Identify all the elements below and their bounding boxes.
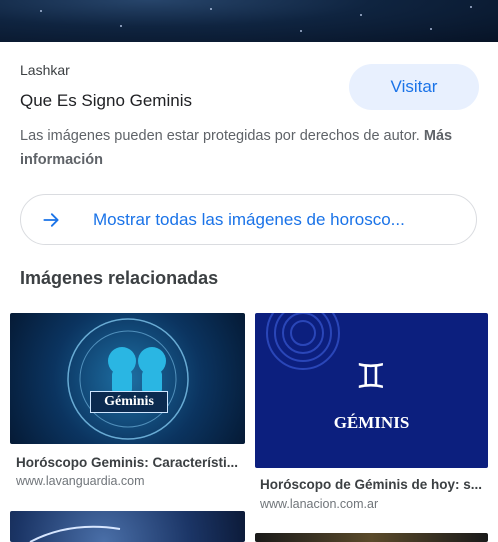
thumbnail-graphic	[29, 525, 121, 542]
show-all-images-button[interactable]: Mostrar todas las imágenes de horosco...	[20, 194, 477, 245]
zodiac-wheel-graphic	[67, 318, 189, 440]
related-title[interactable]: Horóscopo Geminis: Característi...	[16, 455, 238, 470]
related-thumbnail[interactable]	[255, 533, 488, 542]
related-thumbnail[interactable]: Géminis	[10, 313, 245, 444]
image-title[interactable]: Que Es Signo Geminis	[20, 91, 192, 111]
source-name: Lashkar	[20, 62, 70, 78]
related-images-heading: Imágenes relacionadas	[20, 268, 219, 288]
gemini-symbol-icon: ♊	[355, 357, 387, 397]
copyright-notice: Las imágenes pueden estar protegidas por…	[20, 124, 480, 172]
related-url: www.lavanguardia.com	[16, 474, 145, 488]
show-all-label: Mostrar todas las imágenes de horosco...	[93, 209, 405, 229]
related-thumbnail[interactable]: ♊ GÉMINIS	[255, 313, 488, 468]
preview-image[interactable]	[0, 0, 498, 42]
thumbnail-label: GÉMINIS	[333, 413, 410, 432]
thumbnail-label: Géminis	[90, 391, 168, 413]
notice-text: Las imágenes pueden estar protegidas por…	[20, 128, 420, 144]
visit-button[interactable]: Visitar	[349, 64, 479, 110]
related-url: www.lanacion.com.ar	[260, 497, 379, 511]
related-thumbnail[interactable]	[10, 511, 245, 542]
arrow-right-icon	[21, 210, 81, 230]
related-title[interactable]: Horóscopo de Géminis de hoy: s...	[260, 477, 482, 492]
